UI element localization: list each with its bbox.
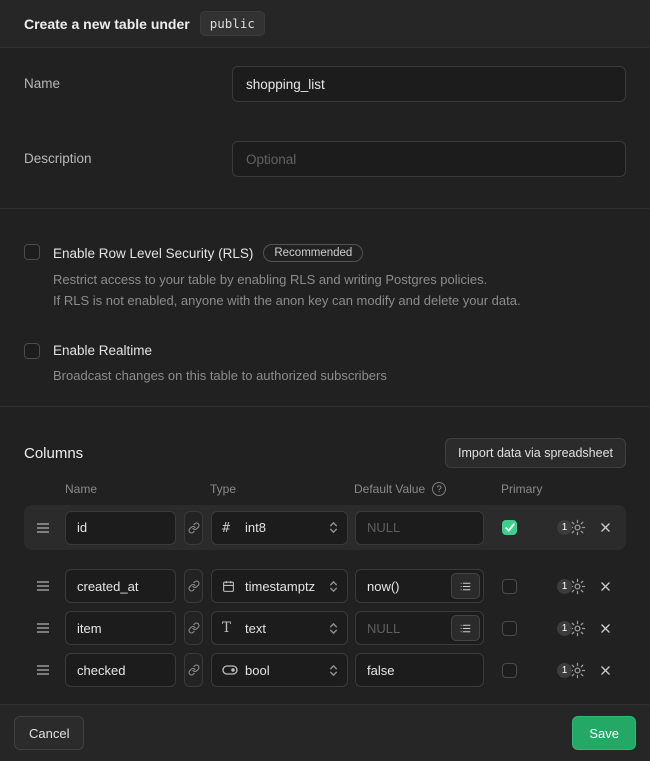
column-type-value: text <box>245 621 328 636</box>
import-spreadsheet-button[interactable]: Import data via spreadsheet <box>445 438 626 468</box>
text-type-icon: T <box>222 620 240 636</box>
column-settings-button[interactable]: 1 <box>557 662 586 679</box>
remove-column-button[interactable] <box>599 521 612 534</box>
column-name-input[interactable] <box>65 511 176 545</box>
default-value-field <box>355 653 484 687</box>
toggle-icon <box>222 664 240 676</box>
create-table-panel: Create a new table under public Name Des… <box>0 0 650 761</box>
realtime-checkbox[interactable] <box>24 343 40 359</box>
description-label: Description <box>24 141 232 166</box>
default-value-input[interactable] <box>355 511 484 545</box>
column-type-value: bool <box>245 663 328 678</box>
primary-checkbox[interactable] <box>502 621 517 636</box>
header-primary: Primary <box>501 482 542 496</box>
default-value-input[interactable] <box>355 653 484 687</box>
column-settings-button[interactable]: 1 <box>557 519 586 536</box>
columns-header-row: Name Type Default Value ? Primary <box>24 481 626 497</box>
foreign-key-icon[interactable] <box>184 611 203 645</box>
table-options-section: Enable Row Level Security (RLS) Recommen… <box>0 209 650 407</box>
column-row-checked: bool 1 <box>24 653 626 687</box>
realtime-label: Enable Realtime <box>53 343 152 358</box>
remove-column-button[interactable] <box>599 664 612 677</box>
column-type-select[interactable]: T text <box>211 611 348 645</box>
table-details-section: Name Description <box>0 48 650 209</box>
drag-handle-icon[interactable] <box>36 664 50 676</box>
column-name-input[interactable] <box>65 569 176 603</box>
panel-header: Create a new table under public <box>0 0 650 48</box>
column-type-select[interactable]: timestamptz <box>211 569 348 603</box>
primary-checkbox[interactable] <box>502 579 517 594</box>
column-rows: # int8 1 <box>24 505 626 687</box>
column-row-item: T text 1 <box>24 611 626 645</box>
primary-checkbox[interactable] <box>502 520 517 535</box>
drag-handle-icon[interactable] <box>36 580 50 592</box>
chevron-updown-icon <box>328 579 339 594</box>
column-settings-button[interactable]: 1 <box>557 578 586 595</box>
foreign-key-icon[interactable] <box>184 653 203 687</box>
column-settings-button[interactable]: 1 <box>557 620 586 637</box>
column-row-id: # int8 1 <box>24 505 626 550</box>
drag-handle-icon[interactable] <box>36 622 50 634</box>
rls-label: Enable Row Level Security (RLS) <box>53 246 253 261</box>
settings-count-badge: 1 <box>557 621 572 636</box>
name-field-row: Name <box>24 66 626 102</box>
column-type-select[interactable]: # int8 <box>211 511 348 545</box>
recommended-badge: Recommended <box>263 244 363 262</box>
table-name-input[interactable] <box>232 66 626 102</box>
default-value-field <box>355 611 484 645</box>
realtime-option: Enable Realtime Broadcast changes on thi… <box>24 343 626 386</box>
chevron-updown-icon <box>328 663 339 678</box>
name-label: Name <box>24 66 232 91</box>
columns-heading: Columns <box>24 445 83 462</box>
save-button[interactable]: Save <box>572 716 636 750</box>
remove-column-button[interactable] <box>599 580 612 593</box>
chevron-updown-icon <box>328 621 339 636</box>
foreign-key-icon[interactable] <box>184 569 203 603</box>
chevron-updown-icon <box>328 520 339 535</box>
hash-icon: # <box>222 520 240 536</box>
column-type-value: int8 <box>245 520 328 535</box>
drag-handle-icon[interactable] <box>36 522 50 534</box>
default-value-field <box>355 569 484 603</box>
default-value-menu-button[interactable] <box>451 615 480 641</box>
settings-count-badge: 1 <box>557 663 572 678</box>
column-type-select[interactable]: bool <box>211 653 348 687</box>
column-name-input[interactable] <box>65 611 176 645</box>
header-default-value: Default Value ? <box>354 482 501 496</box>
header-type: Type <box>210 482 354 496</box>
foreign-key-icon[interactable] <box>184 511 203 545</box>
panel-footer: Cancel Save <box>0 705 650 761</box>
table-description-input[interactable] <box>232 141 626 177</box>
primary-checkbox[interactable] <box>502 663 517 678</box>
default-value-menu-button[interactable] <box>451 573 480 599</box>
column-name-input[interactable] <box>65 653 176 687</box>
remove-column-button[interactable] <box>599 622 612 635</box>
realtime-option-content: Enable Realtime Broadcast changes on thi… <box>53 343 387 386</box>
cancel-button[interactable]: Cancel <box>14 716 84 750</box>
settings-count-badge: 1 <box>557 520 572 535</box>
settings-count-badge: 1 <box>557 579 572 594</box>
rls-description: Restrict access to your table by enablin… <box>53 269 521 311</box>
header-name: Name <box>65 482 210 496</box>
help-icon[interactable]: ? <box>432 482 446 496</box>
schema-badge: public <box>200 11 265 36</box>
column-type-value: timestamptz <box>245 579 328 594</box>
rls-option-content: Enable Row Level Security (RLS) Recommen… <box>53 244 521 311</box>
columns-section: Columns Import data via spreadsheet Name… <box>0 407 650 705</box>
column-row-created-at: timestamptz 1 <box>24 569 626 603</box>
calendar-icon <box>222 580 240 593</box>
rls-option: Enable Row Level Security (RLS) Recommen… <box>24 244 626 311</box>
default-value-field <box>355 511 484 545</box>
realtime-description: Broadcast changes on this table to autho… <box>53 365 387 386</box>
rls-checkbox[interactable] <box>24 244 40 260</box>
page-title: Create a new table under <box>24 16 190 32</box>
description-field-row: Description <box>24 141 626 177</box>
